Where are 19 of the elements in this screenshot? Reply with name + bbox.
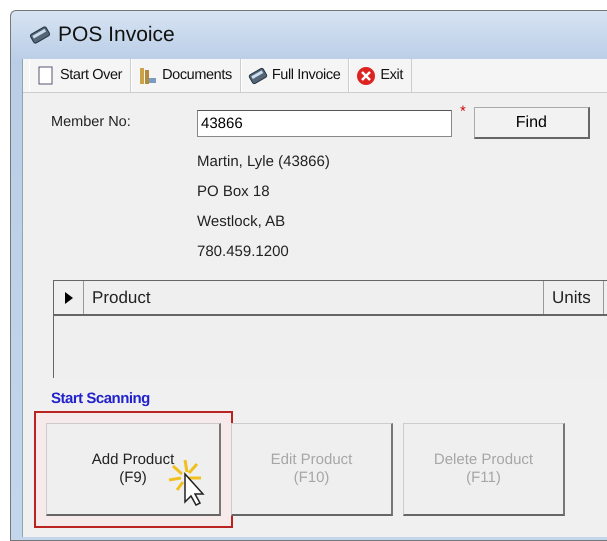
row-pointer-icon	[64, 292, 72, 304]
address-line: 780.459.1200	[197, 242, 290, 262]
toolbar-button[interactable]: Exit	[349, 59, 412, 92]
toolbar-button[interactable]: Start Over	[29, 59, 132, 92]
column-header[interactable]: Product	[84, 281, 544, 314]
window-title: POS Invoice	[58, 22, 175, 48]
member-number-field[interactable]: 43866	[197, 110, 452, 136]
address-line: Westlock, AB	[197, 212, 286, 232]
find-button[interactable]: Find	[474, 107, 590, 139]
close-icon	[356, 66, 376, 86]
required-mark: *	[460, 102, 466, 122]
books-icon	[138, 66, 158, 86]
address-line: PO Box 18	[197, 182, 271, 202]
section-label: Start Scanning	[51, 389, 151, 409]
toolbar-button[interactable]: Documents	[131, 59, 241, 92]
address-line: Martin, Lyle (43866)	[197, 152, 331, 172]
toolbar-button[interactable]: Full Invoice	[240, 59, 350, 92]
member-label: Member No:	[50, 113, 132, 132]
column-header[interactable]: Units	[544, 281, 604, 314]
